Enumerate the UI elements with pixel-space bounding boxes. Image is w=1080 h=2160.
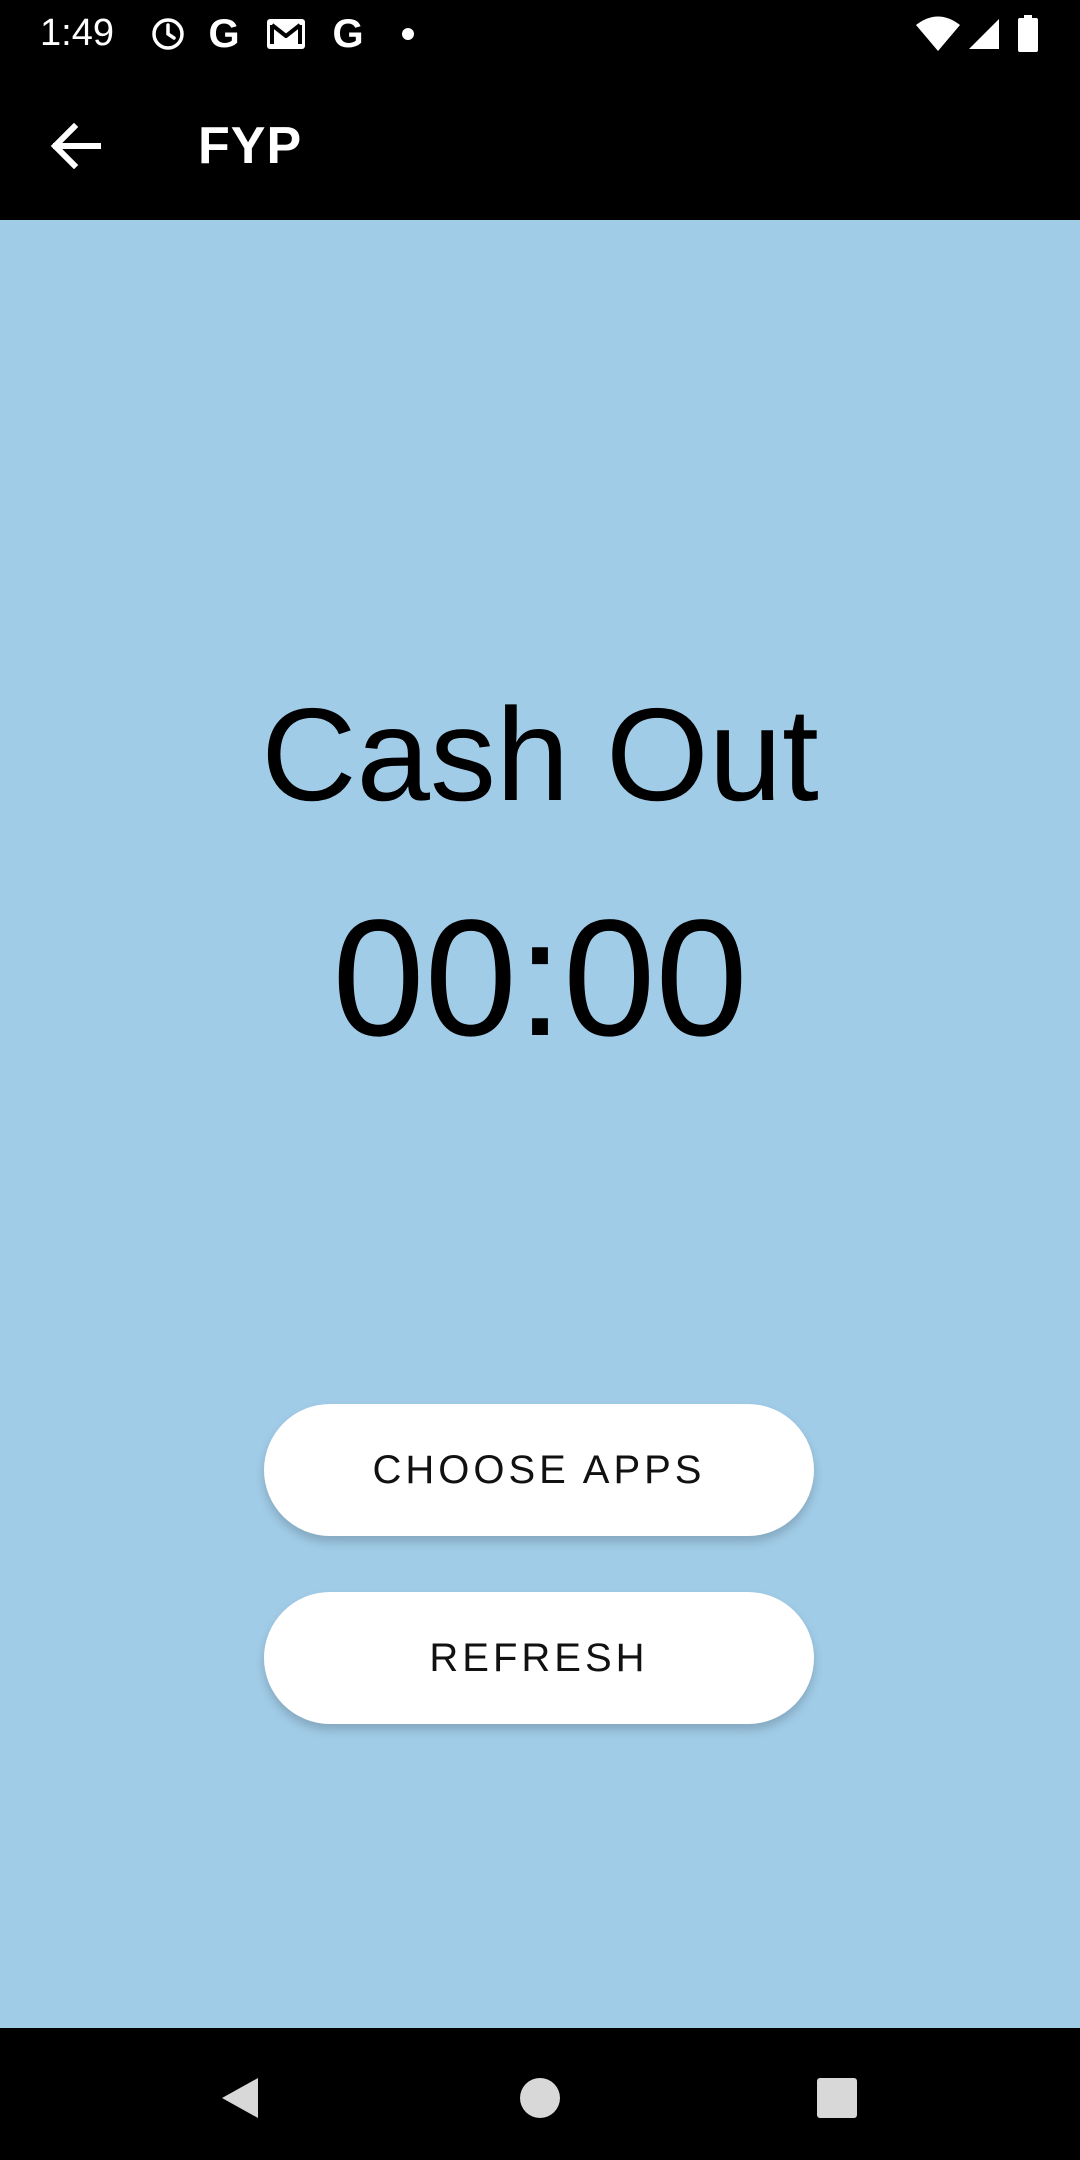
google-icon: G — [208, 12, 240, 56]
nav-recents-button[interactable] — [797, 2058, 877, 2138]
signal-icon — [964, 14, 1004, 54]
choose-apps-button[interactable]: CHOOSE APPS — [264, 1404, 814, 1536]
back-triangle-icon — [222, 2078, 258, 2118]
cash-out-heading: Cash Out — [261, 681, 819, 828]
page-title: FYP — [198, 117, 303, 175]
recents-square-icon — [817, 2078, 857, 2118]
gmail-icon — [264, 14, 308, 54]
wifi-icon — [914, 14, 962, 54]
battery-icon — [1014, 14, 1042, 54]
google-icon: G — [332, 12, 364, 56]
refresh-button[interactable]: REFRESH — [264, 1592, 814, 1724]
notification-dot-icon — [398, 14, 418, 54]
timer-display: 00:00 — [332, 886, 748, 1071]
screen: 1:49 G G FYP Cash Out 00:00 CHOOSE APPS … — [0, 0, 1080, 2160]
status-bar: 1:49 G G — [0, 0, 1080, 66]
nav-back-button[interactable] — [200, 2058, 280, 2138]
back-button[interactable] — [36, 114, 116, 178]
arrow-left-icon — [50, 123, 101, 169]
navigation-bar — [0, 2028, 1080, 2160]
main-content: Cash Out 00:00 CHOOSE APPS REFRESH — [0, 220, 1080, 2028]
app-bar: FYP — [0, 66, 1080, 220]
home-circle-icon — [520, 2078, 560, 2118]
status-time: 1:49 — [40, 12, 114, 54]
nav-home-button[interactable] — [500, 2058, 580, 2138]
alarm-icon — [148, 14, 188, 54]
